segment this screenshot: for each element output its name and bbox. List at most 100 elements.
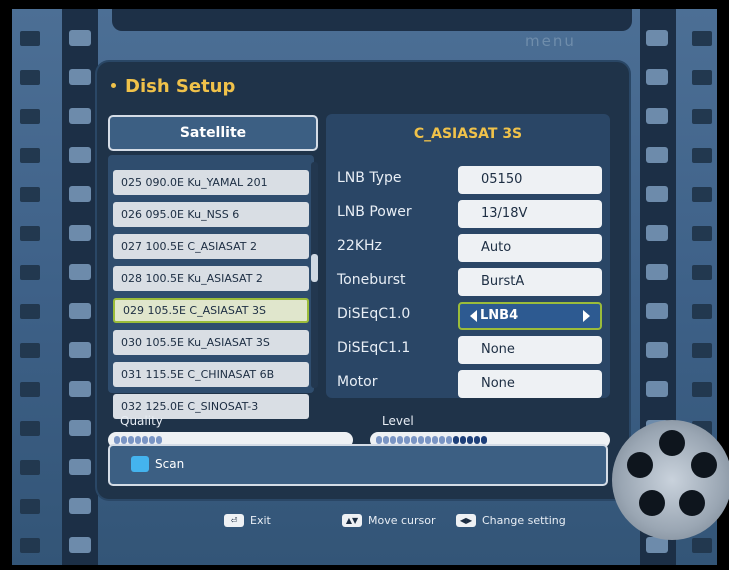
meter-segment <box>142 436 148 444</box>
film-edge-hole <box>20 109 40 124</box>
film-strip-hole <box>69 459 91 475</box>
footer-hint-label: Change setting <box>482 514 566 527</box>
setting-label: 22KHz <box>337 238 382 254</box>
meter-segment <box>114 436 120 444</box>
setting-label: LNB Type <box>337 170 402 186</box>
satellite-list-item[interactable]: 027 100.5E C_ASIASAT 2 <box>113 234 309 259</box>
arrow-right-icon[interactable] <box>583 310 590 322</box>
setting-label: Toneburst <box>337 272 406 288</box>
settings-title: C_ASIASAT 3S <box>413 126 523 142</box>
setting-label: DiSEqC1.0 <box>337 306 411 322</box>
film-strip-hole <box>69 420 91 436</box>
setting-value[interactable]: Auto <box>458 234 602 262</box>
film-strip-hole <box>646 30 668 46</box>
film-strip-left <box>62 9 98 565</box>
film-strip-hole <box>69 108 91 124</box>
setting-value[interactable]: 13/18V <box>458 200 602 228</box>
film-strip-hole <box>646 108 668 124</box>
film-edge-hole <box>692 226 712 241</box>
film-edge-hole <box>20 304 40 319</box>
setting-value-text: LNB4 <box>480 308 519 323</box>
film-strip-hole <box>69 186 91 202</box>
menu-logo: menu <box>525 32 576 50</box>
film-edge-hole <box>20 148 40 163</box>
film-edge-hole <box>20 31 40 46</box>
film-strip-hole <box>69 69 91 85</box>
film-reel-icon <box>612 420 729 540</box>
meter-segment <box>446 436 452 444</box>
meter-segment <box>460 436 466 444</box>
meter-segment <box>376 436 382 444</box>
film-edge-hole <box>20 499 40 514</box>
film-edge-hole <box>692 70 712 85</box>
film-strip-hole <box>69 30 91 46</box>
film-strip-hole <box>69 147 91 163</box>
satellite-list-item[interactable]: 029 105.5E C_ASIASAT 3S <box>113 298 309 323</box>
meter-segment <box>467 436 473 444</box>
film-edge-hole <box>692 382 712 397</box>
setting-value[interactable]: None <box>458 370 602 398</box>
satellite-list-item[interactable]: 026 095.0E Ku_NSS 6 <box>113 202 309 227</box>
meter-segment <box>404 436 410 444</box>
meter-segment <box>156 436 162 444</box>
film-edge-hole <box>692 304 712 319</box>
scrollbar-thumb[interactable] <box>311 254 318 282</box>
meter-segment <box>383 436 389 444</box>
setting-value[interactable]: BurstA <box>458 268 602 296</box>
meter-segment <box>397 436 403 444</box>
film-edge-hole <box>20 226 40 241</box>
film-edge-hole <box>692 109 712 124</box>
meter-segment <box>128 436 134 444</box>
satellite-list-item[interactable]: 031 115.5E C_CHINASAT 6B <box>113 362 309 387</box>
film-strip-hole <box>69 537 91 553</box>
satellite-list-item[interactable]: 028 100.5E Ku_ASIASAT 2 <box>113 266 309 291</box>
setting-label: Motor <box>337 374 378 390</box>
film-edge-hole <box>692 148 712 163</box>
film-edge-hole <box>692 343 712 358</box>
film-strip-hole <box>69 264 91 280</box>
title-bullet-icon <box>111 82 116 88</box>
leftright-key-icon: ◀▶ <box>456 514 476 527</box>
film-edge-hole <box>20 421 40 436</box>
film-strip-hole <box>646 186 668 202</box>
page-title-text: Dish Setup <box>125 76 236 97</box>
footer-hint: ◀▶ Change setting <box>456 514 566 527</box>
meter-segment <box>390 436 396 444</box>
scan-button[interactable]: Scan <box>108 444 608 486</box>
film-edge-hole <box>20 382 40 397</box>
exit-key-icon: ⏎ <box>224 514 244 527</box>
meter-segment <box>474 436 480 444</box>
setting-label: DiSEqC1.1 <box>337 340 411 356</box>
setting-value[interactable]: 05150 <box>458 166 602 194</box>
satellite-list-scrollbar[interactable] <box>311 162 318 388</box>
quality-label: Quality <box>120 414 163 428</box>
film-strip-hole <box>646 147 668 163</box>
film-strip-hole <box>646 264 668 280</box>
film-strip-hole <box>69 225 91 241</box>
film-strip-hole <box>646 381 668 397</box>
meter-segment <box>439 436 445 444</box>
film-strip-hole <box>646 225 668 241</box>
film-edge-hole <box>20 265 40 280</box>
footer-hint: ⏎ Exit <box>224 514 271 527</box>
blue-key-icon <box>131 456 149 472</box>
film-edge-hole <box>692 31 712 46</box>
meter-segment <box>481 436 487 444</box>
setting-value[interactable]: LNB4 <box>458 302 602 330</box>
film-edge-hole <box>692 538 712 553</box>
satellite-list-item[interactable]: 030 105.5E Ku_ASIASAT 3S <box>113 330 309 355</box>
satellite-header: Satellite <box>108 115 318 151</box>
setting-label: LNB Power <box>337 204 412 220</box>
film-strip-hole <box>646 342 668 358</box>
film-edge-hole <box>692 265 712 280</box>
meter-segment <box>121 436 127 444</box>
satellite-list-item[interactable]: 025 090.0E Ku_YAMAL 201 <box>113 170 309 195</box>
setting-value[interactable]: None <box>458 336 602 364</box>
updown-key-icon: ▲▼ <box>342 514 362 527</box>
scan-label: Scan <box>155 457 185 471</box>
film-edge-hole <box>692 187 712 202</box>
arrow-left-icon[interactable] <box>470 309 477 322</box>
film-edge-hole <box>20 187 40 202</box>
level-label: Level <box>382 414 414 428</box>
film-strip-hole <box>69 381 91 397</box>
